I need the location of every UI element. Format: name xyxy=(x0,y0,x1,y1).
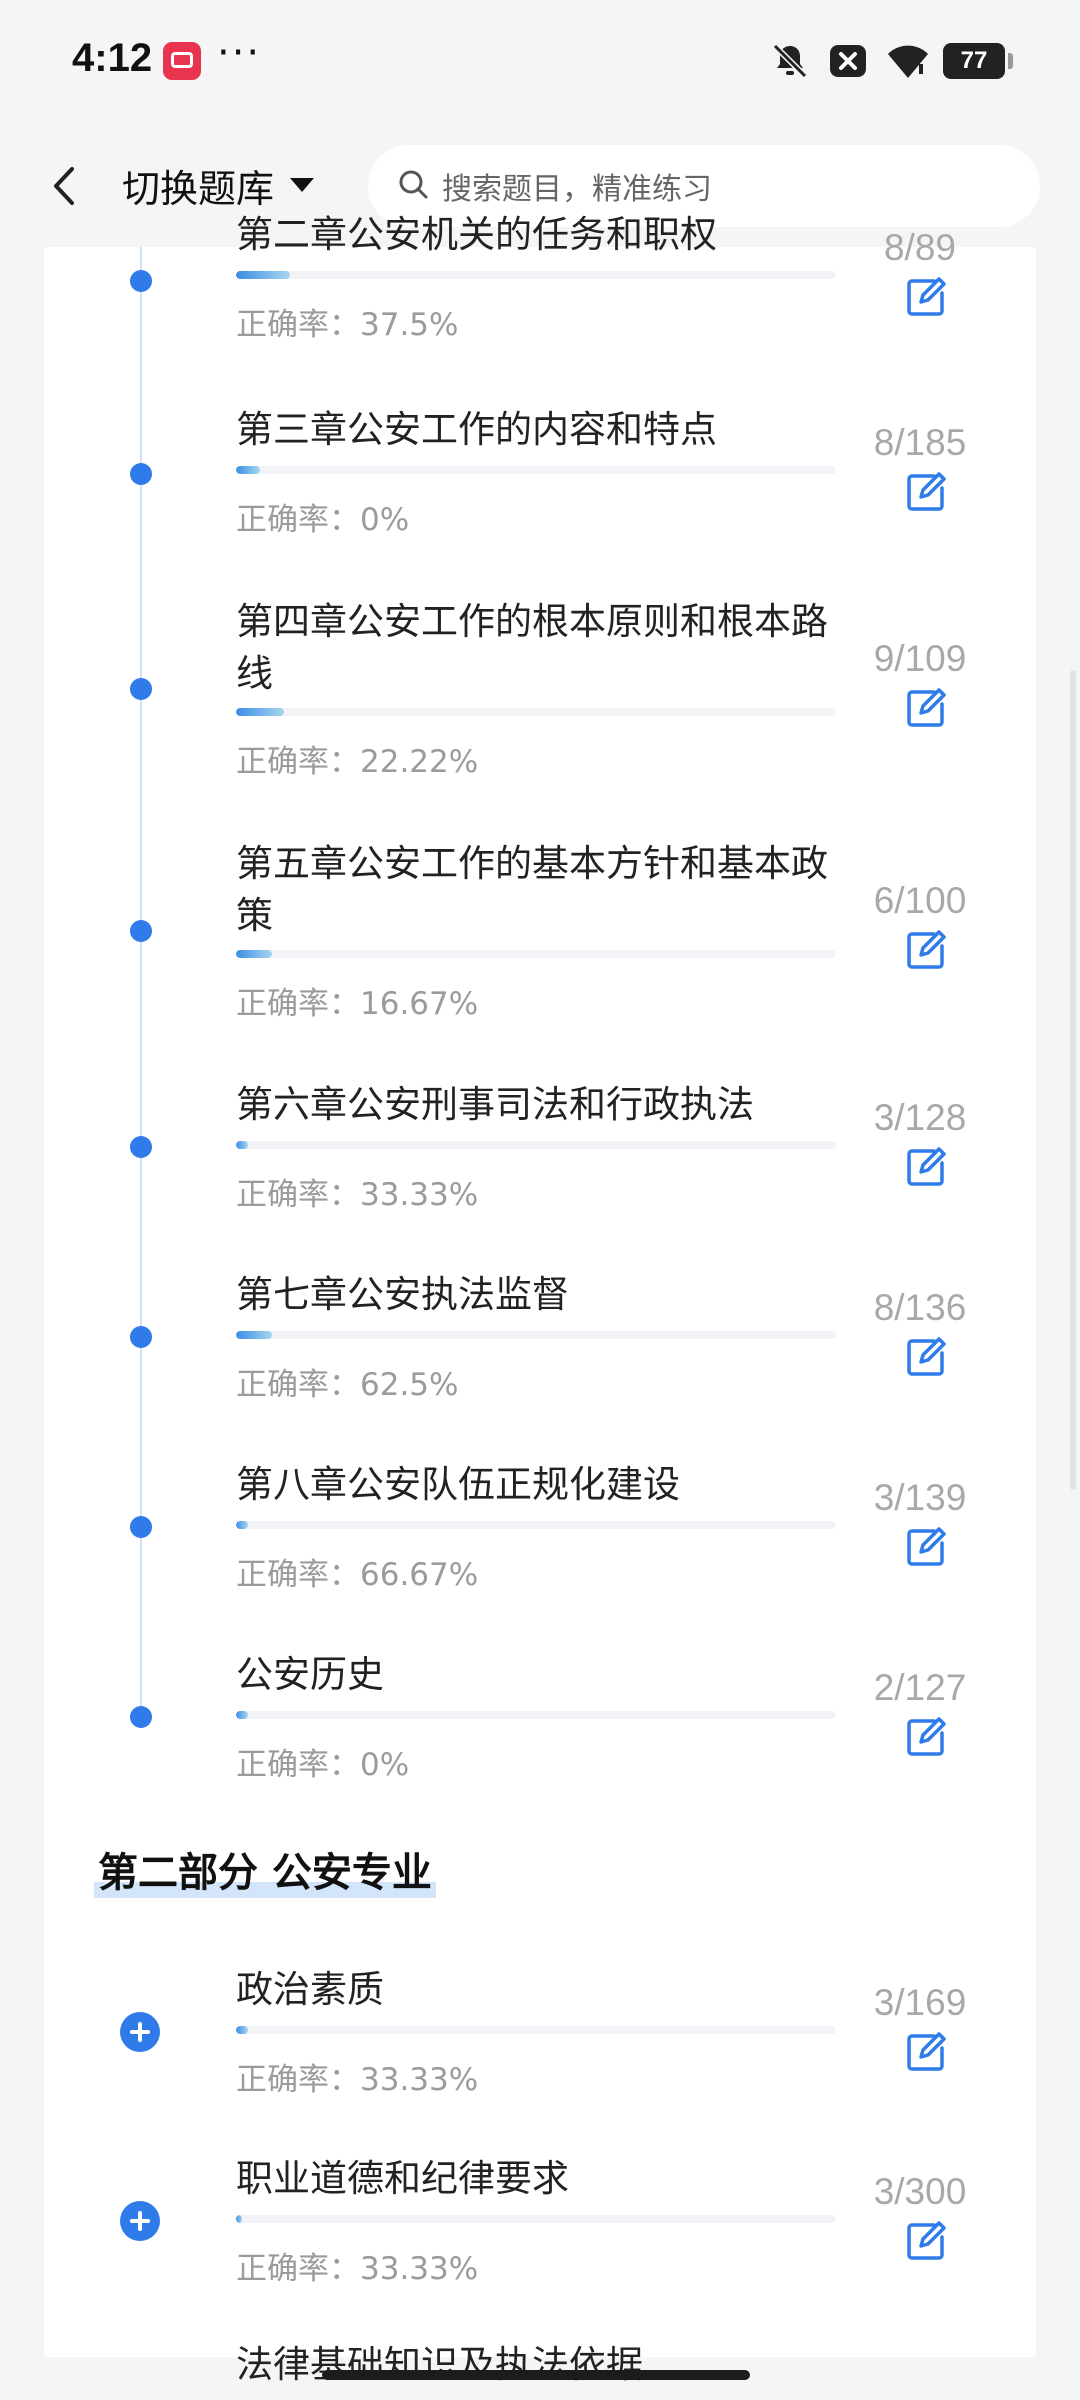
chapter-title: 第二章公安机关的任务和职权 xyxy=(236,213,717,256)
switch-question-bank-label: 切换题库 xyxy=(122,166,275,211)
progress-fill xyxy=(236,950,272,958)
search-icon xyxy=(396,167,430,205)
caret-down-icon xyxy=(290,178,315,192)
progress-fill xyxy=(236,1521,248,1529)
sim-error-icon xyxy=(827,40,869,82)
progress-fill xyxy=(236,1711,248,1719)
question-count: 3/169 xyxy=(873,1982,967,2023)
accuracy-rate: 正确率：62.5% xyxy=(236,1367,459,1403)
edit-practice-icon[interactable] xyxy=(904,928,948,972)
edit-practice-icon[interactable] xyxy=(904,1335,948,1379)
accuracy-rate: 正确率：33.33% xyxy=(236,2251,479,2287)
more-notifications-icon: ··· xyxy=(217,30,262,76)
question-count: 8/185 xyxy=(873,422,967,463)
progress-fill xyxy=(236,466,260,474)
question-count: 3/300 xyxy=(873,2171,967,2212)
progress-bar xyxy=(236,1711,836,1719)
accuracy-rate: 正确率：33.33% xyxy=(236,2062,479,2098)
accuracy-rate: 正确率：0% xyxy=(236,502,410,538)
switch-question-bank-button[interactable]: 切换题库 xyxy=(122,155,315,215)
timeline-dot xyxy=(130,1326,152,1348)
status-time: 4:12 xyxy=(72,36,153,80)
chapter-list-card: 第二章公安机关的任务和职权 正确率：37.5% 8/89 第三章公安工作的内容和… xyxy=(44,213,1036,2386)
search-placeholder: 搜索题目，精准练习 xyxy=(442,172,712,207)
progress-bar xyxy=(236,1331,836,1339)
accuracy-rate: 正确率：0% xyxy=(236,1747,410,1783)
chapter-title: 第六章公安刑事司法和行政执法 xyxy=(236,1083,754,1126)
chapter-title: 法律基础知识及执法依据 xyxy=(236,2343,643,2386)
status-bar: 4:12 ··· 77 xyxy=(0,0,1080,125)
expand-plus-icon[interactable] xyxy=(120,2201,160,2241)
question-count: 9/109 xyxy=(873,638,967,679)
edit-practice-icon[interactable] xyxy=(904,470,948,514)
question-count: 8/89 xyxy=(883,227,956,268)
chapter-title: 第四章公安工作的根本原则和根本路线 xyxy=(236,600,828,695)
accuracy-rate: 正确率：16.67% xyxy=(236,986,479,1022)
edit-practice-icon[interactable] xyxy=(904,2219,948,2263)
timeline-dot xyxy=(130,1706,152,1728)
mute-bell-icon xyxy=(769,40,811,82)
chapter-title: 第八章公安队伍正规化建设 xyxy=(236,1463,680,1506)
progress-fill xyxy=(236,271,290,279)
progress-bar xyxy=(236,950,836,958)
timeline-dot xyxy=(130,463,152,485)
scrollbar[interactable] xyxy=(1070,670,1076,1490)
progress-fill xyxy=(236,2026,248,2034)
accuracy-rate: 正确率：22.22% xyxy=(236,744,479,780)
edit-practice-icon[interactable] xyxy=(904,2030,948,2074)
progress-bar xyxy=(236,2026,836,2034)
battery-icon: 77 xyxy=(943,43,1013,79)
expand-plus-icon[interactable] xyxy=(120,2012,160,2052)
question-count: 3/128 xyxy=(873,1097,967,1138)
chapter-title: 第五章公安工作的基本方针和基本政策 xyxy=(236,842,828,937)
edit-practice-icon[interactable] xyxy=(904,1145,948,1189)
edit-practice-icon[interactable] xyxy=(904,1715,948,1759)
chapter-title: 第三章公安工作的内容和特点 xyxy=(236,408,717,451)
progress-bar xyxy=(236,271,836,279)
progress-fill xyxy=(236,1141,248,1149)
progress-bar xyxy=(236,1141,836,1149)
home-indicator[interactable] xyxy=(322,2370,750,2380)
progress-bar xyxy=(236,708,836,716)
app-notification-icon xyxy=(163,42,201,80)
timeline-dot xyxy=(130,678,152,700)
timeline-dot xyxy=(130,920,152,942)
question-count: 6/100 xyxy=(873,880,967,921)
progress-bar xyxy=(236,466,836,474)
edit-practice-icon[interactable] xyxy=(904,686,948,730)
wifi-icon xyxy=(885,40,928,82)
question-count: 3/139 xyxy=(873,1477,967,1518)
question-count: 8/136 xyxy=(873,1287,967,1328)
back-button[interactable] xyxy=(44,161,84,211)
accuracy-rate: 正确率：66.67% xyxy=(236,1557,479,1593)
chapter-title: 政治素质 xyxy=(236,1968,384,2011)
chapter-title: 公安历史 xyxy=(236,1653,384,1696)
timeline-dot xyxy=(130,1516,152,1538)
progress-fill xyxy=(236,2215,242,2223)
timeline-dot xyxy=(130,270,152,292)
chapter-title: 第七章公安执法监督 xyxy=(236,1273,569,1316)
accuracy-rate: 正确率：33.33% xyxy=(236,1177,479,1213)
edit-practice-icon[interactable] xyxy=(904,275,948,319)
edit-practice-icon[interactable] xyxy=(904,1525,948,1569)
progress-bar xyxy=(236,2215,836,2223)
question-count: 2/127 xyxy=(873,1667,967,1708)
progress-fill xyxy=(236,708,284,716)
accuracy-rate: 正确率：37.5% xyxy=(236,307,459,343)
chapter-title: 职业道德和纪律要求 xyxy=(236,2157,569,2200)
progress-fill xyxy=(236,1331,272,1339)
progress-bar xyxy=(236,1521,836,1529)
section-title: 第二部分 公安专业 xyxy=(94,1840,436,1898)
timeline-dot xyxy=(130,1136,152,1158)
